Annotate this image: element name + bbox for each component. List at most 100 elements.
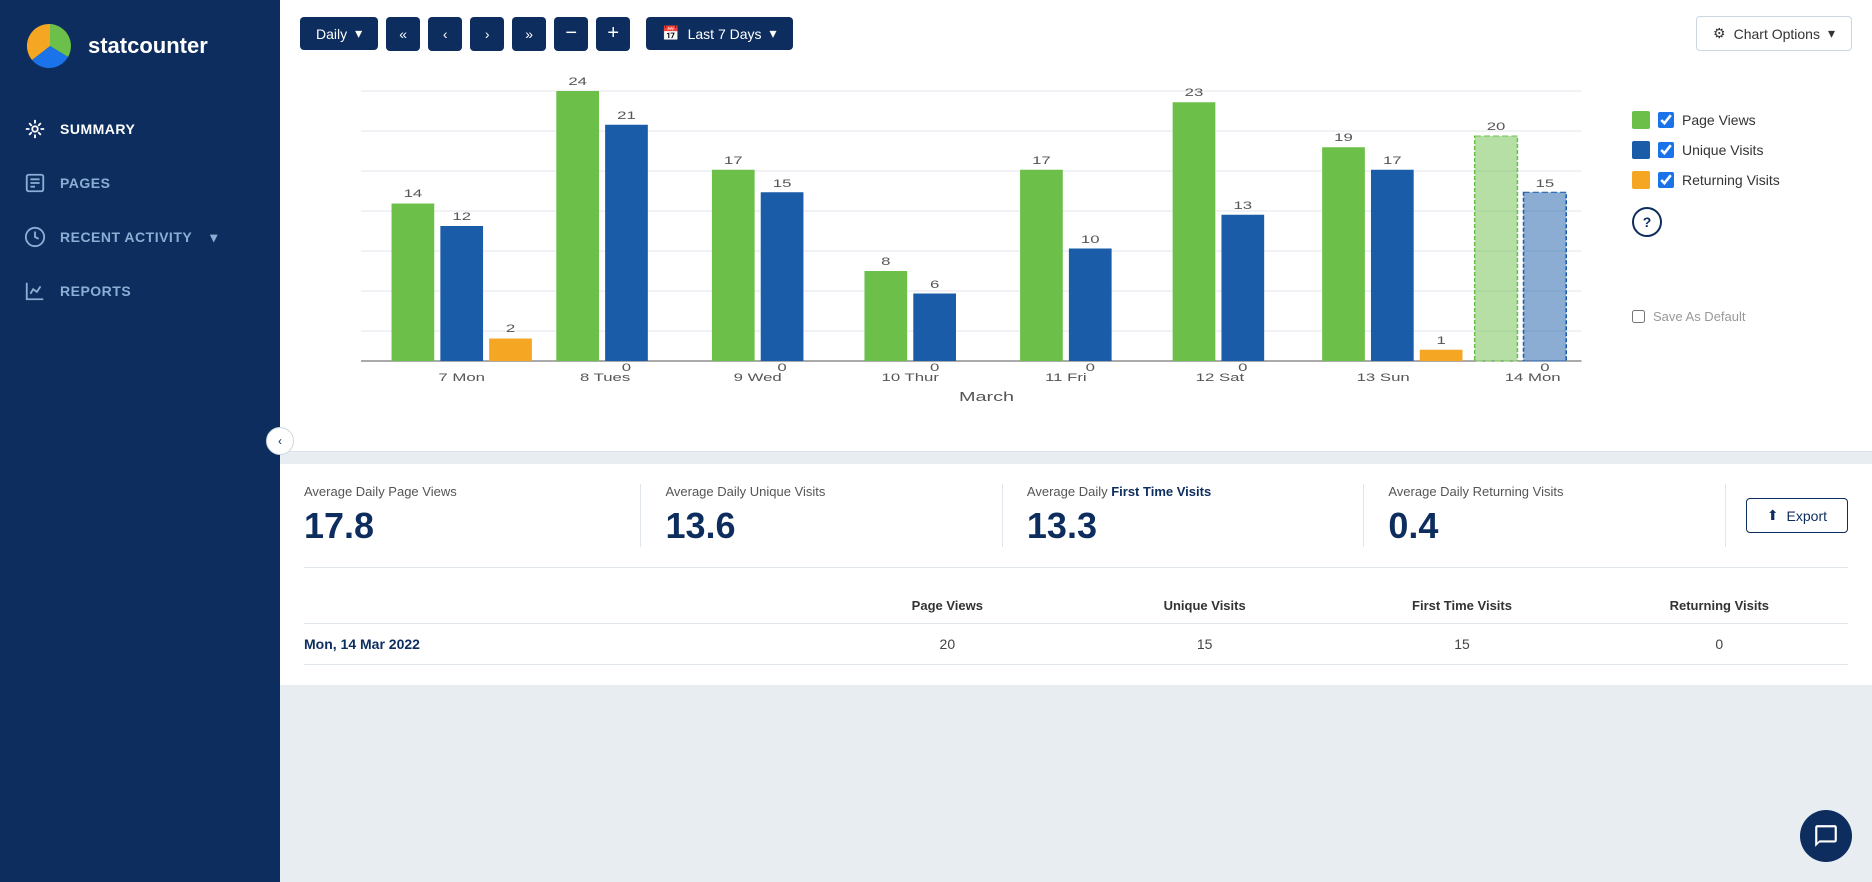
period-chevron-icon: ▾: [355, 25, 362, 42]
svg-text:12: 12: [452, 211, 471, 223]
legend-checkbox-returning[interactable]: [1658, 172, 1674, 188]
table-cell-pageviews: 20: [819, 636, 1076, 652]
legend-label-pageviews: Page Views: [1682, 112, 1756, 128]
bar-uv-1: [605, 125, 648, 361]
nav-last-button[interactable]: »: [512, 17, 546, 51]
daterange-chevron-icon: ▾: [770, 25, 777, 42]
calendar-icon: 📅: [662, 25, 679, 42]
svg-text:0: 0: [1086, 362, 1095, 374]
stat-value-unique: 13.6: [665, 505, 977, 547]
table-header-pageviews: Page Views: [819, 598, 1076, 613]
bar-uv-5: [1221, 215, 1264, 361]
bar-pv-2: [712, 170, 755, 361]
bar-pv-6: [1322, 147, 1365, 361]
bar-pv-1: [556, 91, 599, 361]
sidebar-item-pages[interactable]: PAGES: [0, 156, 280, 210]
svg-text:9 Wed: 9 Wed: [734, 372, 782, 384]
nav-prev-button[interactable]: ‹: [428, 17, 462, 51]
chat-fab-button[interactable]: [1800, 810, 1852, 862]
svg-text:14 Mon: 14 Mon: [1505, 372, 1561, 384]
legend-item-returning: Returning Visits: [1632, 171, 1852, 189]
svg-text:6: 6: [930, 279, 939, 291]
stats-row: Average Daily Page Views 17.8 Average Da…: [304, 484, 1848, 568]
stat-box-firsttime: Average Daily First Time Visits 13.3: [1003, 484, 1364, 547]
period-label: Daily: [316, 26, 347, 42]
nav-first-button[interactable]: «: [386, 17, 420, 51]
pages-icon: [24, 172, 46, 194]
help-icon[interactable]: ?: [1632, 207, 1662, 237]
chart-options-chevron-icon: ▾: [1828, 25, 1835, 42]
chart-options-label: Chart Options: [1734, 26, 1820, 42]
legend-checkbox-pageviews[interactable]: [1658, 112, 1674, 128]
daterange-label: Last 7 Days: [688, 26, 762, 42]
legend-color-returning: [1632, 171, 1650, 189]
sidebar-item-label-reports: REPORTS: [60, 283, 131, 299]
stat-value-returning: 0.4: [1388, 505, 1700, 547]
sidebar-item-label-recent-activity: RECENT ACTIVITY: [60, 229, 192, 245]
svg-text:17: 17: [1383, 155, 1402, 167]
sidebar-item-reports[interactable]: REPORTS: [0, 264, 280, 318]
svg-text:20: 20: [1487, 121, 1506, 133]
svg-text:17: 17: [724, 155, 743, 167]
stat-box-returning: Average Daily Returning Visits 0.4: [1364, 484, 1725, 547]
sidebar-item-label-pages: PAGES: [60, 175, 110, 191]
table-cell-date[interactable]: Mon, 14 Mar 2022: [304, 636, 819, 652]
stat-box-unique: Average Daily Unique Visits 13.6: [641, 484, 1002, 547]
stats-section: Average Daily Page Views 17.8 Average Da…: [280, 464, 1872, 685]
svg-text:12 Sat: 12 Sat: [1196, 372, 1245, 384]
save-default-label: Save As Default: [1653, 309, 1746, 324]
bar-uv-7: [1524, 192, 1567, 361]
sidebar-item-summary[interactable]: SUMMARY: [0, 102, 280, 156]
chart-legend: Page Views Unique Visits Returning Visit…: [1632, 71, 1852, 431]
svg-text:17: 17: [1032, 155, 1051, 167]
bar-pv-3: [864, 271, 907, 361]
period-dropdown-button[interactable]: Daily ▾: [300, 17, 378, 50]
bar-pv-7: [1475, 136, 1518, 361]
zoom-out-button[interactable]: −: [554, 17, 588, 51]
save-default-checkbox[interactable]: [1632, 310, 1645, 323]
svg-text:21: 21: [617, 110, 636, 122]
legend-item-pageviews: Page Views: [1632, 111, 1852, 129]
svg-text:7 Mon: 7 Mon: [438, 372, 485, 384]
legend-checkbox-unique[interactable]: [1658, 142, 1674, 158]
legend-label-unique: Unique Visits: [1682, 142, 1763, 158]
svg-text:19: 19: [1334, 132, 1353, 144]
legend-item-unique: Unique Visits: [1632, 141, 1852, 159]
zoom-in-button[interactable]: +: [596, 17, 630, 51]
legend-color-pageviews: [1632, 111, 1650, 129]
sidebar: statcounter SUMMARY PAGES RECE: [0, 0, 280, 882]
table-header-date: [304, 598, 819, 613]
svg-text:March: March: [959, 389, 1014, 404]
bar-uv-4: [1069, 249, 1112, 362]
bar-uv-3: [913, 294, 956, 362]
reports-icon: [24, 280, 46, 302]
chart-area: 14 12 2 7 Mon 24 21 0 8 Tues 17: [300, 71, 1852, 431]
save-as-default-row: Save As Default: [1632, 309, 1852, 334]
svg-text:13 Sun: 13 Sun: [1357, 372, 1410, 384]
export-button[interactable]: ⬆ Export: [1746, 498, 1848, 533]
svg-text:15: 15: [1536, 178, 1555, 190]
legend-color-unique: [1632, 141, 1650, 159]
bar-chart-svg: 14 12 2 7 Mon 24 21 0 8 Tues 17: [300, 71, 1612, 411]
daterange-button[interactable]: 📅 Last 7 Days ▾: [646, 17, 792, 50]
nav-next-button[interactable]: ›: [470, 17, 504, 51]
logo-text: statcounter: [88, 33, 208, 59]
statcounter-logo-icon: [24, 20, 76, 72]
table-cell-returning: 0: [1591, 636, 1848, 652]
legend-label-returning: Returning Visits: [1682, 172, 1780, 188]
svg-text:10 Thur: 10 Thur: [881, 372, 939, 384]
svg-text:10: 10: [1081, 234, 1100, 246]
svg-text:15: 15: [773, 178, 792, 190]
sidebar-navigation: SUMMARY PAGES RECENT ACTIVITY ▾ REP: [0, 102, 280, 318]
sidebar-item-label-summary: SUMMARY: [60, 121, 135, 137]
svg-text:14: 14: [404, 188, 423, 200]
svg-text:24: 24: [568, 76, 587, 88]
table-cell-firsttime: 15: [1333, 636, 1590, 652]
stat-box-pageviews: Average Daily Page Views 17.8: [304, 484, 641, 547]
recent-activity-icon: [24, 226, 46, 248]
sidebar-item-recent-activity[interactable]: RECENT ACTIVITY ▾: [0, 210, 280, 264]
svg-text:2: 2: [506, 323, 515, 335]
bar-pv-5: [1173, 102, 1216, 361]
chart-options-button[interactable]: ⚙ Chart Options ▾: [1696, 16, 1852, 51]
sidebar-collapse-button[interactable]: ‹: [266, 427, 294, 455]
